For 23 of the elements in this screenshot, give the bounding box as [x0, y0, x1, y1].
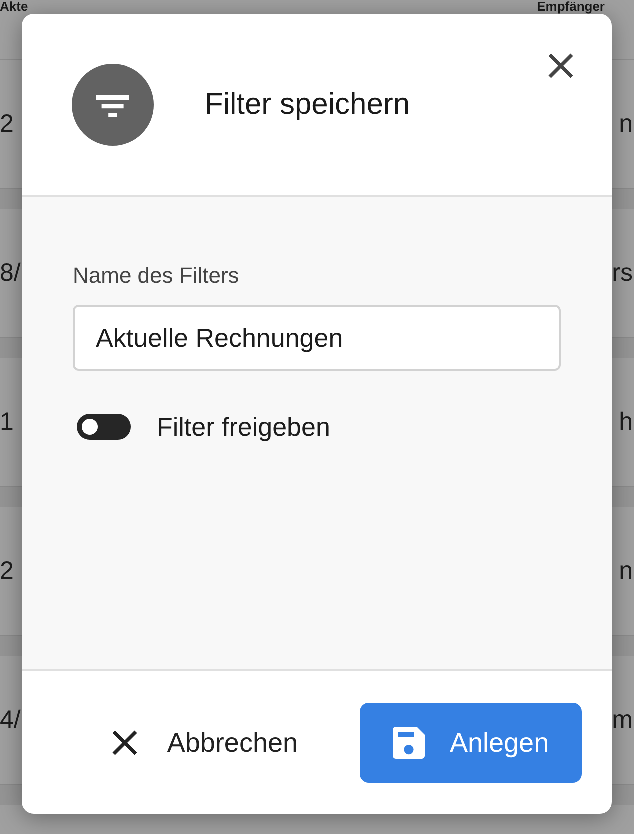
table-cell: n: [619, 556, 633, 586]
input-field[interactable]: Aktuelle Rechnungen: [73, 305, 561, 371]
toggle-label: Filter freigeben: [157, 412, 330, 442]
save-button[interactable]: Anlegen: [360, 702, 582, 782]
table-cell: n: [619, 109, 633, 139]
close-icon: [112, 730, 138, 756]
field-label: Name des Filters: [73, 263, 240, 289]
close-icon: [548, 53, 574, 79]
cancel-button[interactable]: Abbrechen: [112, 726, 298, 758]
table-cell: 1: [0, 407, 14, 437]
close-button[interactable]: [548, 53, 574, 79]
filter-icon: [72, 64, 154, 146]
table-cell: 2: [0, 109, 14, 139]
column-header: Akte: [0, 0, 28, 14]
table-cell: 4/: [0, 705, 21, 735]
table-cell: rs: [612, 258, 633, 288]
dialog-title: Filter speichern: [205, 86, 412, 122]
table-cell: 2: [0, 556, 14, 586]
column-header: Empfänger: [537, 0, 605, 14]
toggle-switch[interactable]: [77, 414, 131, 440]
table-cell: h: [619, 407, 633, 437]
table-cell: m: [612, 705, 633, 735]
table-cell: 8/: [0, 258, 21, 288]
